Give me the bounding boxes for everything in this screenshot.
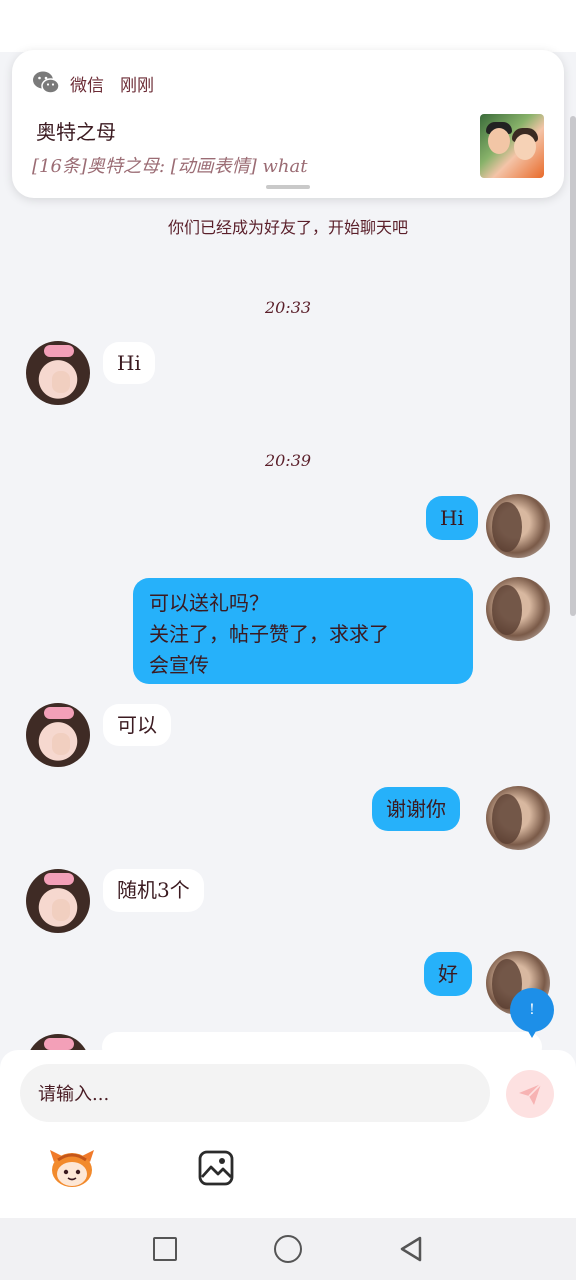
send-button[interactable] (506, 1070, 554, 1118)
my-avatar[interactable] (486, 494, 550, 558)
image-picker-button[interactable] (198, 1150, 234, 1186)
my-avatar[interactable] (486, 786, 550, 850)
system-message: 你们已经成为好友了，开始聊天吧 (167, 218, 408, 237)
home-icon[interactable] (274, 1235, 302, 1263)
notification-title: 奥特之母 (36, 120, 116, 144)
message-bubble-incoming[interactable]: 随机3个 (103, 869, 204, 912)
contact-avatar[interactable] (26, 703, 90, 767)
notification-card[interactable]: 微信 刚刚 奥特之母 [16条]奥特之母: [动画表情] what (12, 50, 564, 198)
message-line: 可以送礼吗？ (149, 591, 269, 615)
message-bubble-outgoing[interactable]: 可以送礼吗？ 关注了，帖子赞了，求求了 会宣传 (133, 578, 473, 684)
message-bubble-incoming[interactable]: Hi (103, 342, 155, 384)
badge-text: ! (529, 1002, 535, 1018)
message-bubble-incoming[interactable]: 可以 (103, 704, 171, 746)
notification-body: [16条]奥特之母: [动画表情] what (32, 156, 308, 177)
system-navigation-bar (0, 1218, 576, 1280)
contact-avatar[interactable] (26, 869, 90, 933)
contact-avatar[interactable] (26, 341, 90, 405)
message-bubble-outgoing[interactable]: Hi (426, 496, 478, 540)
notification-drag-handle[interactable] (266, 185, 310, 189)
my-avatar[interactable] (486, 577, 550, 641)
message-bubble-outgoing[interactable]: 谢谢你 (372, 787, 460, 831)
back-icon[interactable] (398, 1235, 424, 1263)
notification-header: 微信 刚刚 (32, 70, 154, 96)
timestamp: 20:39 (264, 451, 312, 470)
emoji-sticker-button[interactable] (48, 1146, 96, 1190)
notification-time: 刚刚 (120, 75, 154, 96)
message-bubble-outgoing[interactable]: 好 (424, 952, 472, 996)
recent-apps-icon[interactable] (153, 1237, 177, 1261)
wechat-icon (32, 70, 60, 96)
notification-app-name: 微信 (70, 75, 104, 96)
message-composer: 请输入... (0, 1050, 576, 1218)
message-line: 会宣传 (149, 653, 209, 677)
notification-thumbnail (480, 114, 544, 178)
scrollbar[interactable] (570, 116, 576, 616)
timestamp: 20:33 (264, 298, 312, 317)
message-line: 关注了，帖子赞了，求求了 (149, 622, 389, 646)
status-bar (0, 0, 576, 52)
send-icon (519, 1083, 542, 1105)
image-icon (198, 1150, 234, 1186)
new-message-badge[interactable]: ! (510, 988, 554, 1038)
message-input[interactable]: 请输入... (20, 1064, 490, 1122)
emoji-sticker-icon (50, 1150, 94, 1187)
